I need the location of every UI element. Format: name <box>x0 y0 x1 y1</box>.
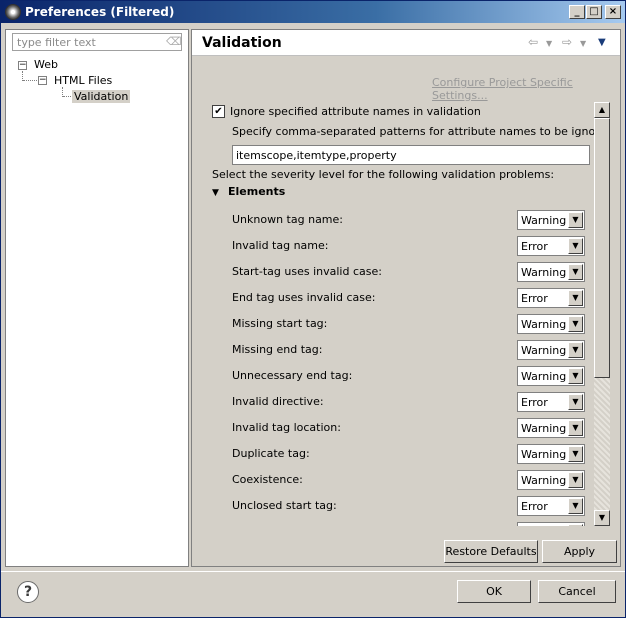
severity-label: Select the severity level for the follow… <box>212 168 555 181</box>
dropdown-arrow-icon[interactable]: ▼ <box>568 498 583 514</box>
severity-select[interactable]: Warning ▼ <box>517 444 585 464</box>
tree-item-html-files[interactable]: HTML Files <box>54 74 112 87</box>
severity-select-value: Warning <box>521 266 567 279</box>
severity-select[interactable]: Warning ▼ <box>517 314 585 334</box>
severity-row-label: Unknown tag name: <box>232 213 343 226</box>
back-dropdown-icon[interactable]: ▼ <box>546 39 552 48</box>
dropdown-arrow-icon[interactable]: ▼ <box>568 394 583 410</box>
apply-button[interactable]: Apply <box>542 540 617 563</box>
severity-select-value: Error <box>521 240 548 253</box>
severity-select-value: Warning <box>521 318 567 331</box>
severity-row-label: Missing start tag: <box>232 317 328 330</box>
scroll-up-icon[interactable]: ▲ <box>594 102 610 118</box>
dropdown-arrow-icon[interactable]: ▼ <box>568 446 583 462</box>
severity-row-label: Invalid directive: <box>232 395 324 408</box>
title-bar: Preferences (Filtered) _ □ × <box>1 1 625 23</box>
severity-select[interactable]: Warning ▼ <box>517 210 585 230</box>
severity-row-label: Invalid tag name: <box>232 239 329 252</box>
restore-defaults-button[interactable]: Restore Defaults <box>444 540 538 563</box>
tree-item-validation[interactable]: Validation <box>72 90 131 103</box>
validation-settings-area: ✔ Ignore specified attribute names in va… <box>210 102 605 526</box>
severity-row-label: Duplicate tag: <box>232 447 310 460</box>
dropdown-arrow-icon[interactable]: ▼ <box>568 420 583 436</box>
severity-select[interactable]: Error ▼ <box>517 392 585 412</box>
severity-row-label: Missing end tag: <box>232 343 323 356</box>
scroll-down-icon[interactable]: ▼ <box>594 510 610 526</box>
severity-select[interactable]: Warning ▼ <box>517 340 585 360</box>
severity-select[interactable]: Warning ▼ <box>517 262 585 282</box>
severity-select[interactable]: Error ▼ <box>517 496 585 516</box>
ok-button[interactable]: OK <box>457 580 531 603</box>
dropdown-arrow-icon[interactable]: ▼ <box>568 212 583 228</box>
dropdown-arrow-icon[interactable]: ▼ <box>568 290 583 306</box>
ignore-attributes-checkbox[interactable]: ✔ <box>212 105 225 118</box>
clear-filter-icon[interactable]: ⌫ <box>166 36 182 48</box>
filter-placeholder: type filter text <box>17 36 96 49</box>
severity-select[interactable]: Error ▼ <box>517 236 585 256</box>
dropdown-arrow-icon[interactable]: ▼ <box>568 368 583 384</box>
collapse-web-icon[interactable]: − <box>18 61 27 70</box>
severity-select-value: Warning <box>521 448 567 461</box>
page-title: Validation <box>202 35 282 51</box>
scrollbar-thumb[interactable] <box>594 118 610 378</box>
elements-section-title[interactable]: Elements <box>228 185 285 198</box>
severity-row-label: Unclosed end tag: <box>232 525 332 526</box>
patterns-label: Specify comma-separated patterns for att… <box>232 125 605 138</box>
filter-input[interactable]: type filter text ⌫ <box>12 33 182 51</box>
severity-row-label: Unnecessary end tag: <box>232 369 353 382</box>
severity-select[interactable]: Warning ▼ <box>517 366 585 386</box>
dropdown-arrow-icon[interactable]: ▼ <box>568 472 583 488</box>
maximize-button[interactable]: □ <box>586 5 602 19</box>
forward-dropdown-icon[interactable]: ▼ <box>580 39 586 48</box>
dropdown-arrow-icon[interactable]: ▼ <box>568 316 583 332</box>
severity-select[interactable]: Error ▼ <box>517 288 585 308</box>
severity-select-value: Warning <box>521 474 567 487</box>
tree-item-web[interactable]: Web <box>34 58 58 71</box>
dropdown-arrow-icon[interactable]: ▼ <box>568 524 583 526</box>
forward-arrow-icon[interactable]: ⇨ <box>562 35 572 49</box>
severity-select-value: Warning <box>521 214 567 227</box>
vertical-scrollbar[interactable]: ▲ ▼ <box>594 102 610 526</box>
severity-select[interactable]: Warning ▼ <box>517 470 585 490</box>
eclipse-app-icon <box>5 4 21 20</box>
severity-row-label: Unclosed start tag: <box>232 499 337 512</box>
minimize-button[interactable]: _ <box>569 5 585 19</box>
dropdown-arrow-icon[interactable]: ▼ <box>568 342 583 358</box>
patterns-input[interactable]: itemscope,itemtype,property <box>232 145 590 165</box>
preference-page: Validation ⇦ ▼ ⇨ ▼ ▼ Configure Project S… <box>191 29 621 567</box>
dropdown-arrow-icon[interactable]: ▼ <box>568 264 583 280</box>
severity-select-value: Warning <box>521 422 567 435</box>
tree-connector <box>23 80 37 81</box>
severity-select-value: Error <box>521 500 548 513</box>
view-menu-icon[interactable]: ▼ <box>598 37 606 48</box>
severity-select-value: Error <box>521 292 548 305</box>
severity-select-value: Warning <box>521 344 567 357</box>
tree-connector <box>63 96 71 97</box>
preferences-window: Preferences (Filtered) _ □ × type filter… <box>0 0 626 618</box>
severity-row-label: Start-tag uses invalid case: <box>232 265 382 278</box>
help-icon[interactable]: ? <box>17 581 39 603</box>
severity-row-label: End tag uses invalid case: <box>232 291 376 304</box>
close-button[interactable]: × <box>605 5 621 19</box>
severity-row-label: Invalid tag location: <box>232 421 341 434</box>
page-header: Validation ⇦ ▼ ⇨ ▼ ▼ <box>192 30 620 56</box>
dialog-separator <box>1 571 625 572</box>
patterns-value: itemscope,itemtype,property <box>236 149 397 162</box>
back-arrow-icon[interactable]: ⇦ <box>528 35 538 49</box>
preference-tree-pane: type filter text ⌫ − Web − HTML Files Va… <box>5 29 189 567</box>
ignore-attributes-label: Ignore specified attribute names in vali… <box>230 105 481 118</box>
severity-select[interactable]: Error▼ <box>517 522 585 526</box>
severity-select[interactable]: Warning ▼ <box>517 418 585 438</box>
dropdown-arrow-icon[interactable]: ▼ <box>568 238 583 254</box>
configure-project-settings-link[interactable]: Configure Project Specific Settings... <box>432 76 620 102</box>
expand-elements-icon[interactable]: ▼ <box>212 188 219 198</box>
severity-select-value: Warning <box>521 370 567 383</box>
severity-select-value: Error <box>521 396 548 409</box>
window-title: Preferences (Filtered) <box>25 5 175 19</box>
collapse-html-files-icon[interactable]: − <box>38 76 47 85</box>
severity-row-label: Coexistence: <box>232 473 303 486</box>
cancel-button[interactable]: Cancel <box>538 580 616 603</box>
